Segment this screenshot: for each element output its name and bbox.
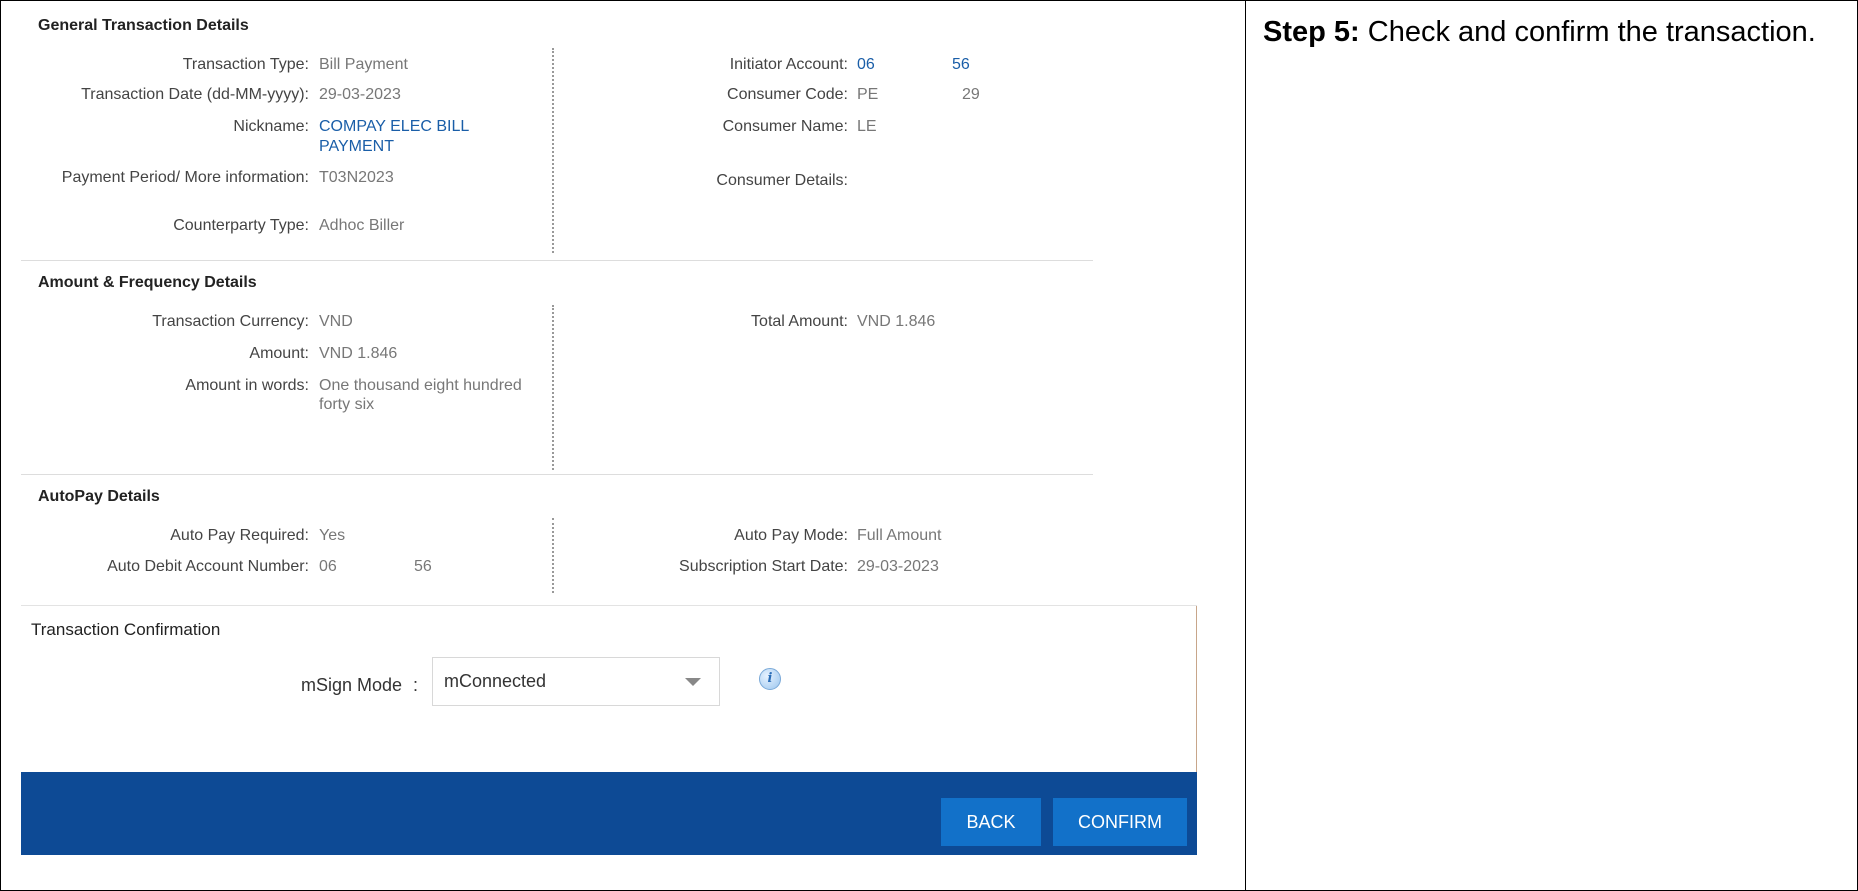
- initiator-account-value-tail: 56: [952, 56, 970, 73]
- transaction-confirmation-section: Transaction Confirmation mSign Mode : mC…: [21, 606, 1197, 772]
- transaction-date-value: 29-03-2023: [319, 86, 401, 103]
- step-text: Check and confirm the transaction.: [1359, 16, 1816, 48]
- nickname-value-line1: COMPAY ELEC BILL: [319, 118, 470, 135]
- transaction-type-label: Transaction Type:: [182, 56, 309, 73]
- back-button[interactable]: BACK: [941, 798, 1041, 846]
- column-divider: [1245, 0, 1246, 891]
- subscription-start-date-label: Subscription Start Date:: [679, 558, 848, 575]
- payment-period-value: T03N2023: [319, 169, 394, 186]
- initiator-account-label: Initiator Account:: [729, 56, 848, 73]
- confirm-button[interactable]: CONFIRM: [1053, 798, 1187, 846]
- nickname-value-line2: PAYMENT: [319, 138, 394, 155]
- consumer-details-label: Consumer Details:: [716, 172, 848, 189]
- consumer-code-value: PE: [857, 86, 879, 103]
- instruction-note: Step 5: Check and confirm the transactio…: [1263, 16, 1816, 49]
- general-column-separator: [552, 48, 554, 253]
- info-icon[interactable]: i: [759, 668, 781, 690]
- msign-mode-selected-value: mConnected: [444, 671, 547, 691]
- transaction-date-label: Transaction Date (dd-MM-yyyy):: [81, 86, 309, 103]
- step-label: Step 5:: [1263, 16, 1360, 48]
- counterparty-type-value: Adhoc Biller: [319, 217, 405, 234]
- confirmation-title: Transaction Confirmation: [31, 620, 221, 639]
- transaction-currency-label: Transaction Currency:: [152, 313, 309, 330]
- autopay-section-title: AutoPay Details: [38, 488, 160, 505]
- amount-value: VND 1.846: [319, 345, 398, 362]
- total-amount-label: Total Amount:: [751, 313, 848, 330]
- amount-section-title: Amount & Frequency Details: [38, 274, 257, 291]
- msign-mode-select[interactable]: mConnected: [432, 657, 720, 706]
- initiator-account-value: 06: [857, 56, 875, 73]
- msign-mode-label: mSign Mode: [301, 675, 403, 695]
- auto-pay-mode-value: Full Amount: [857, 527, 942, 544]
- transaction-review-panel: General Transaction Details Transaction …: [21, 0, 1198, 891]
- transaction-currency-value: VND: [319, 313, 353, 330]
- amount-in-words-label: Amount in words:: [185, 377, 309, 394]
- auto-debit-account-value-tail: 56: [414, 558, 432, 575]
- section-divider: [21, 474, 1093, 475]
- action-footer: BACK CONFIRM: [21, 772, 1197, 855]
- auto-pay-required-label: Auto Pay Required:: [170, 527, 309, 544]
- amount-label: Amount:: [249, 345, 309, 362]
- auto-pay-mode-label: Auto Pay Mode:: [734, 527, 848, 544]
- general-section-title: General Transaction Details: [38, 17, 249, 34]
- chevron-down-icon: [685, 678, 701, 686]
- section-divider: [21, 260, 1093, 261]
- consumer-code-label: Consumer Code:: [727, 86, 848, 103]
- auto-pay-required-value: Yes: [319, 527, 346, 544]
- consumer-name-label: Consumer Name:: [722, 118, 848, 135]
- subscription-start-date-value: 29-03-2023: [857, 558, 939, 575]
- nickname-label: Nickname:: [233, 118, 309, 135]
- transaction-type-value: Bill Payment: [319, 56, 408, 73]
- auto-debit-account-label: Auto Debit Account Number:: [107, 558, 309, 575]
- amount-in-words-line1: One thousand eight hundred: [319, 377, 522, 394]
- consumer-name-value: LE: [857, 118, 877, 135]
- payment-period-label: Payment Period/ More information:: [61, 169, 309, 186]
- msign-colon: :: [413, 675, 419, 695]
- amount-in-words-line2: forty six: [319, 396, 375, 413]
- counterparty-type-label: Counterparty Type:: [173, 217, 309, 234]
- auto-debit-account-value: 06: [319, 558, 337, 575]
- consumer-code-value-tail: 29: [962, 86, 980, 103]
- total-amount-value: VND 1.846: [857, 313, 936, 330]
